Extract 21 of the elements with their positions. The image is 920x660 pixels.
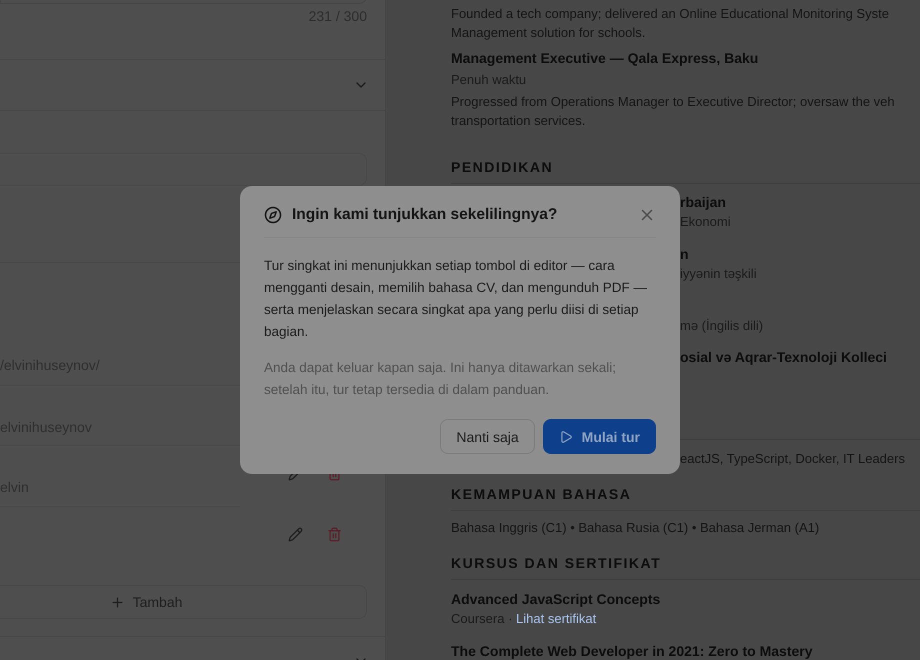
dialog-note: Anda dapat keluar kapan saja. Ini hanya ditawarkan sekali; setelah itu, tur tetap tersedia di dalam panduan. [264,359,617,399]
pencil-icon[interactable] [288,527,303,542]
education-title: osial və Aqrar-Texnoloji Kolleci [680,348,888,367]
section-heading: PENDIDIKAN [451,157,920,184]
course-title: The Complete Web Developer in 2021: Zero to Mastery [451,642,814,660]
course-title: Advanced JavaScript Concepts [451,590,662,609]
certificate-link[interactable]: Lihat sertifikat [516,611,596,626]
plus-icon [110,594,125,610]
education-title: rbaijan [680,193,727,212]
job-title: Management Executive — Qala Express, Baku [451,49,760,68]
dialog-title: Ingin kami tunjukkan sekelilingnya? [292,206,558,224]
section-heading: KEMAMPUAN BAHASA [451,484,920,511]
later-button[interactable]: Nanti saja [440,419,535,454]
dialog-body: Tur singkat ini menunjukkan setiap tombol di editor — cara mengganti desain, memilih bahasa CV, dan mengunduh PDF — serta menjelaskan secara singkat apa yang perlu diisi di setiap bagian. [264,257,648,341]
play-icon [558,430,573,444]
education-title: n [680,245,690,264]
trash-icon[interactable] [327,527,342,542]
section-heading: KURSUS DAN SERTIFIKAT [451,553,920,580]
compass-icon [264,206,282,224]
start-tour-button[interactable]: Mulai tur [542,419,656,454]
input-field[interactable] [0,153,367,186]
